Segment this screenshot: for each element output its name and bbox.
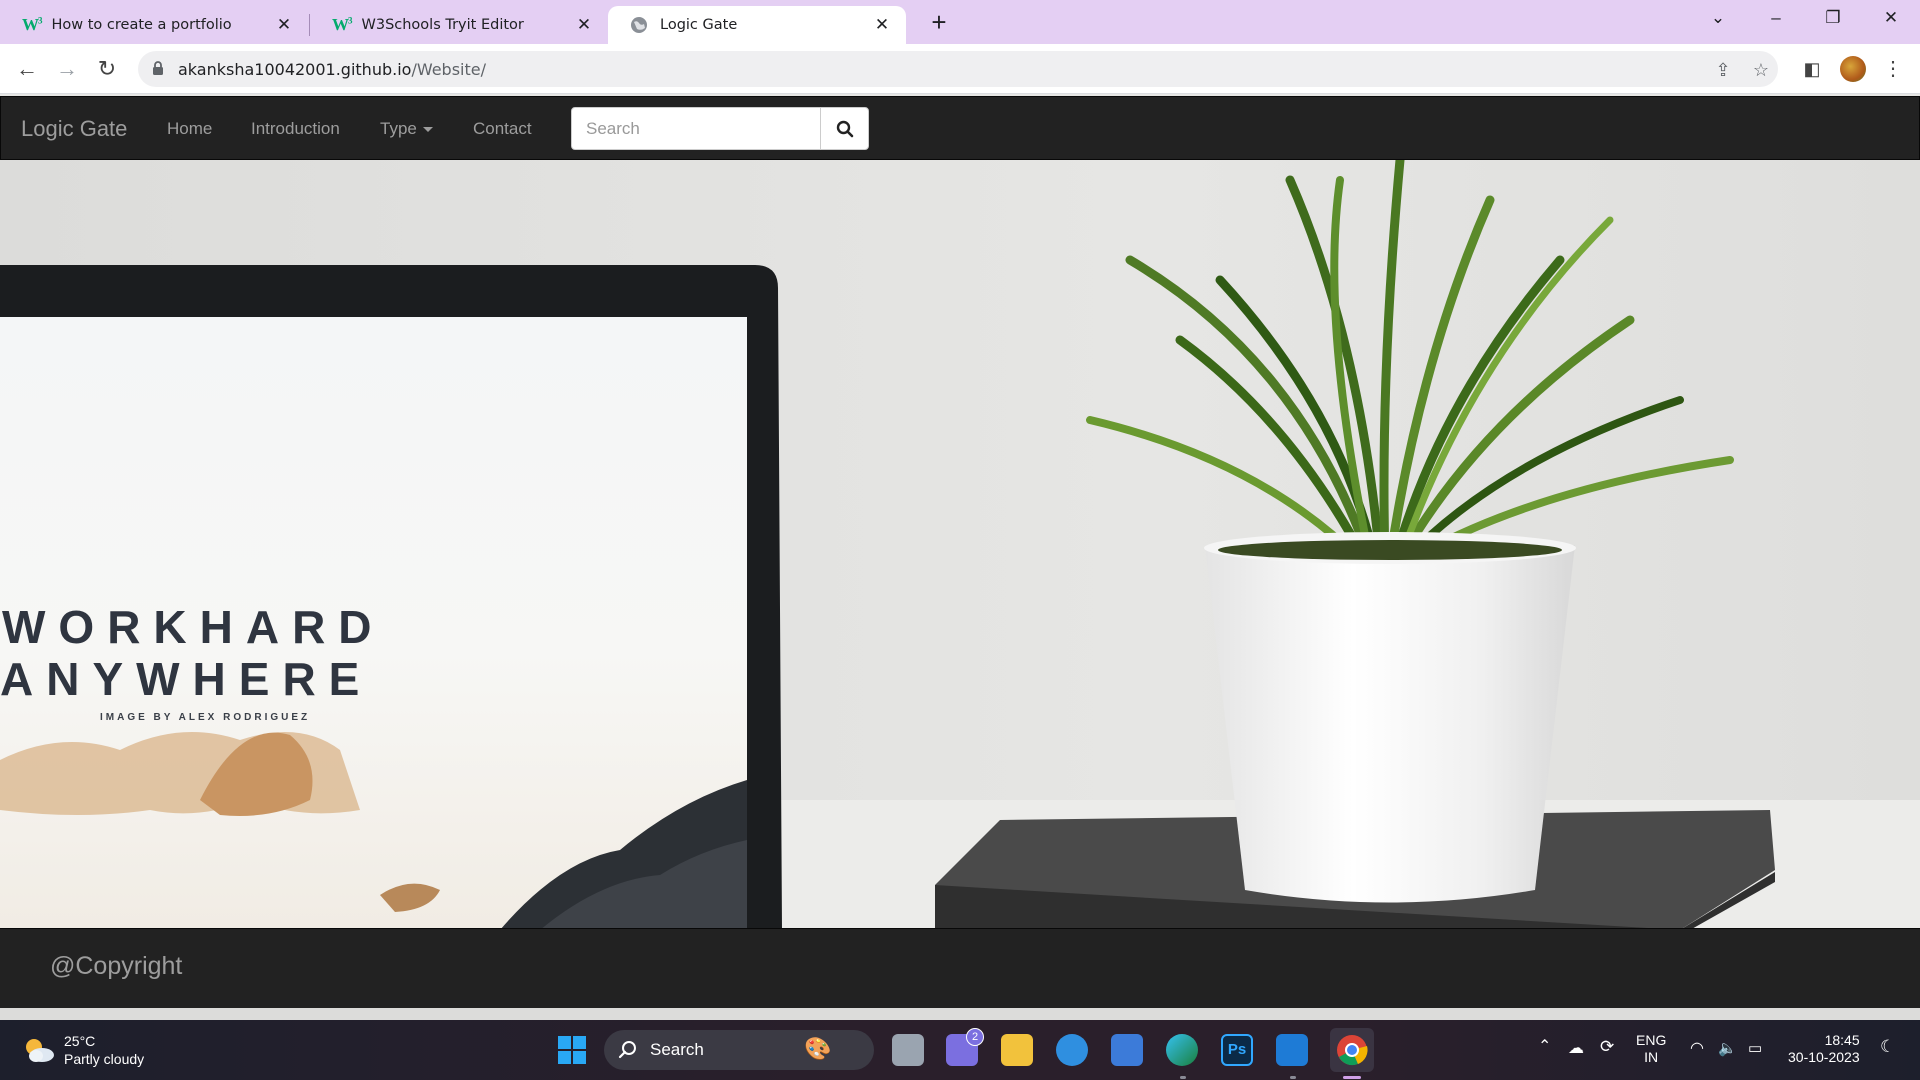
partly-cloudy-icon [26, 1039, 54, 1062]
vscode-icon[interactable] [1276, 1034, 1308, 1066]
search-icon [836, 120, 853, 137]
site-footer: @Copyright [0, 928, 1920, 1008]
file-explorer-icon[interactable] [1001, 1034, 1033, 1066]
tab-how-to-create-portfolio[interactable]: W3 How to create a portfolio ✕ [0, 6, 308, 44]
forward-arrow-icon[interactable]: → [52, 55, 82, 83]
site-search-button[interactable] [820, 107, 869, 150]
language-label: ENG [1636, 1032, 1667, 1048]
chrome-active-indicator [1343, 1076, 1361, 1079]
search-icon [618, 1041, 636, 1059]
hero-credit: IMAGE BY ALEX RODRIGUEZ [100, 712, 311, 723]
edge-running-indicator [1180, 1076, 1186, 1079]
restore-button[interactable]: ❐ [1810, 8, 1856, 36]
search-highlight-icon: 🎨 [804, 1036, 832, 1061]
clock[interactable]: 18:45 30-10-2023 [1788, 1032, 1860, 1066]
weather-temp: 25°C [64, 1033, 96, 1049]
nav-type-label: Type [380, 119, 417, 138]
onedrive-cloud-icon[interactable]: ☁ [1568, 1040, 1584, 1057]
language-indicator[interactable]: ENG IN [1636, 1032, 1666, 1066]
share-icon[interactable]: ⇪ [1712, 60, 1734, 80]
edge-browser-icon[interactable] [1166, 1034, 1198, 1066]
hero-line-1: WORKHARD [2, 601, 385, 653]
tab-logic-gate[interactable]: Logic Gate ✕ [608, 6, 906, 44]
nav-introduction[interactable]: Introduction [251, 119, 340, 139]
site-search-input[interactable] [571, 107, 821, 150]
site-brand[interactable]: Logic Gate [21, 116, 127, 142]
nav-type-dropdown[interactable]: Type [380, 119, 433, 139]
page-bottom-strip [0, 1008, 1920, 1020]
url-text: akanksha10042001.github.io/Website/ [178, 60, 486, 79]
nav-contact[interactable]: Contact [473, 119, 532, 139]
close-window-button[interactable]: ✕ [1868, 8, 1914, 36]
browser-tab-strip: W3 How to create a portfolio ✕ W3 W3Scho… [0, 0, 1920, 44]
chat-badge: 2 [966, 1028, 984, 1046]
laptop-plant-photo [0, 160, 1920, 930]
tab-title: Logic Gate [660, 17, 738, 33]
close-icon[interactable]: ✕ [274, 15, 294, 35]
notification-moon-icon[interactable]: ☾ [1880, 1038, 1895, 1055]
sync-icon[interactable]: ⟳ [1600, 1038, 1614, 1055]
chrome-taskbar-button[interactable] [1330, 1028, 1374, 1072]
tab-search-chevron-icon[interactable]: ⌄ [1695, 8, 1741, 36]
weather-widget[interactable]: 25°C Partly cloudy [22, 1032, 144, 1068]
globe-icon [630, 16, 648, 34]
address-bar[interactable]: akanksha10042001.github.io/Website/ ⇪ ☆ [138, 51, 1778, 87]
nav-home[interactable]: Home [167, 119, 212, 139]
copyright-text: @Copyright [50, 952, 183, 980]
vscode-running-indicator [1290, 1076, 1296, 1079]
w3schools-icon: W3 [22, 15, 42, 34]
new-tab-button[interactable]: + [924, 8, 954, 38]
site-navbar: Logic Gate Home Introduction Type Contac… [0, 96, 1920, 160]
w3schools-icon: W3 [332, 15, 352, 34]
taskbar-search-label: Search [650, 1040, 704, 1059]
clock-time: 18:45 [1824, 1032, 1860, 1048]
tab-w3schools-tryit[interactable]: W3 W3Schools Tryit Editor ✕ [310, 6, 608, 44]
photoshop-icon[interactable]: Ps [1221, 1034, 1253, 1066]
microsoft-store-icon[interactable] [1111, 1034, 1143, 1066]
side-panel-icon[interactable]: ◧ [1797, 55, 1827, 83]
weather-desc: Partly cloudy [64, 1051, 145, 1067]
windows-start-icon[interactable] [555, 1033, 589, 1067]
bookmark-star-icon[interactable]: ☆ [1750, 60, 1772, 80]
get-help-icon[interactable] [1056, 1034, 1088, 1066]
close-icon[interactable]: ✕ [574, 15, 594, 35]
task-view-icon[interactable] [892, 1034, 924, 1066]
kebab-menu-icon[interactable]: ⋮ [1878, 55, 1908, 83]
avatar[interactable] [1840, 56, 1866, 82]
region-label: IN [1644, 1049, 1659, 1065]
browser-toolbar: ← → ↻ akanksha10042001.github.io/Website… [0, 44, 1920, 94]
windows-taskbar: 25°C Partly cloudy Search 🎨 2 Ps ⌃ ☁ ⟳ E… [0, 1020, 1920, 1080]
back-arrow-icon[interactable]: ← [12, 55, 42, 83]
tray-overflow-chevron-icon[interactable]: ⌃ [1538, 1038, 1551, 1055]
caret-down-icon [422, 127, 433, 133]
taskbar-search-box[interactable]: Search 🎨 [604, 1030, 874, 1070]
close-icon[interactable]: ✕ [872, 15, 892, 35]
reload-icon[interactable]: ↻ [92, 55, 122, 83]
wifi-icon[interactable]: ◠ [1690, 1040, 1704, 1057]
hero-line-2: ANYWHERE [0, 653, 373, 705]
volume-icon[interactable]: 🔈 [1718, 1040, 1737, 1057]
tab-title: How to create a portfolio [51, 17, 232, 33]
tab-title: W3Schools Tryit Editor [361, 17, 524, 33]
lock-icon [153, 61, 163, 75]
clock-date: 30-10-2023 [1788, 1049, 1860, 1065]
hero-image: WORKHARD ANYWHERE IMAGE BY ALEX RODRIGUE… [0, 160, 1920, 930]
minimize-button[interactable]: – [1753, 8, 1799, 36]
chrome-icon [1337, 1035, 1368, 1066]
battery-icon[interactable]: ▭ [1748, 1040, 1762, 1057]
teams-chat-icon[interactable]: 2 [946, 1028, 984, 1066]
